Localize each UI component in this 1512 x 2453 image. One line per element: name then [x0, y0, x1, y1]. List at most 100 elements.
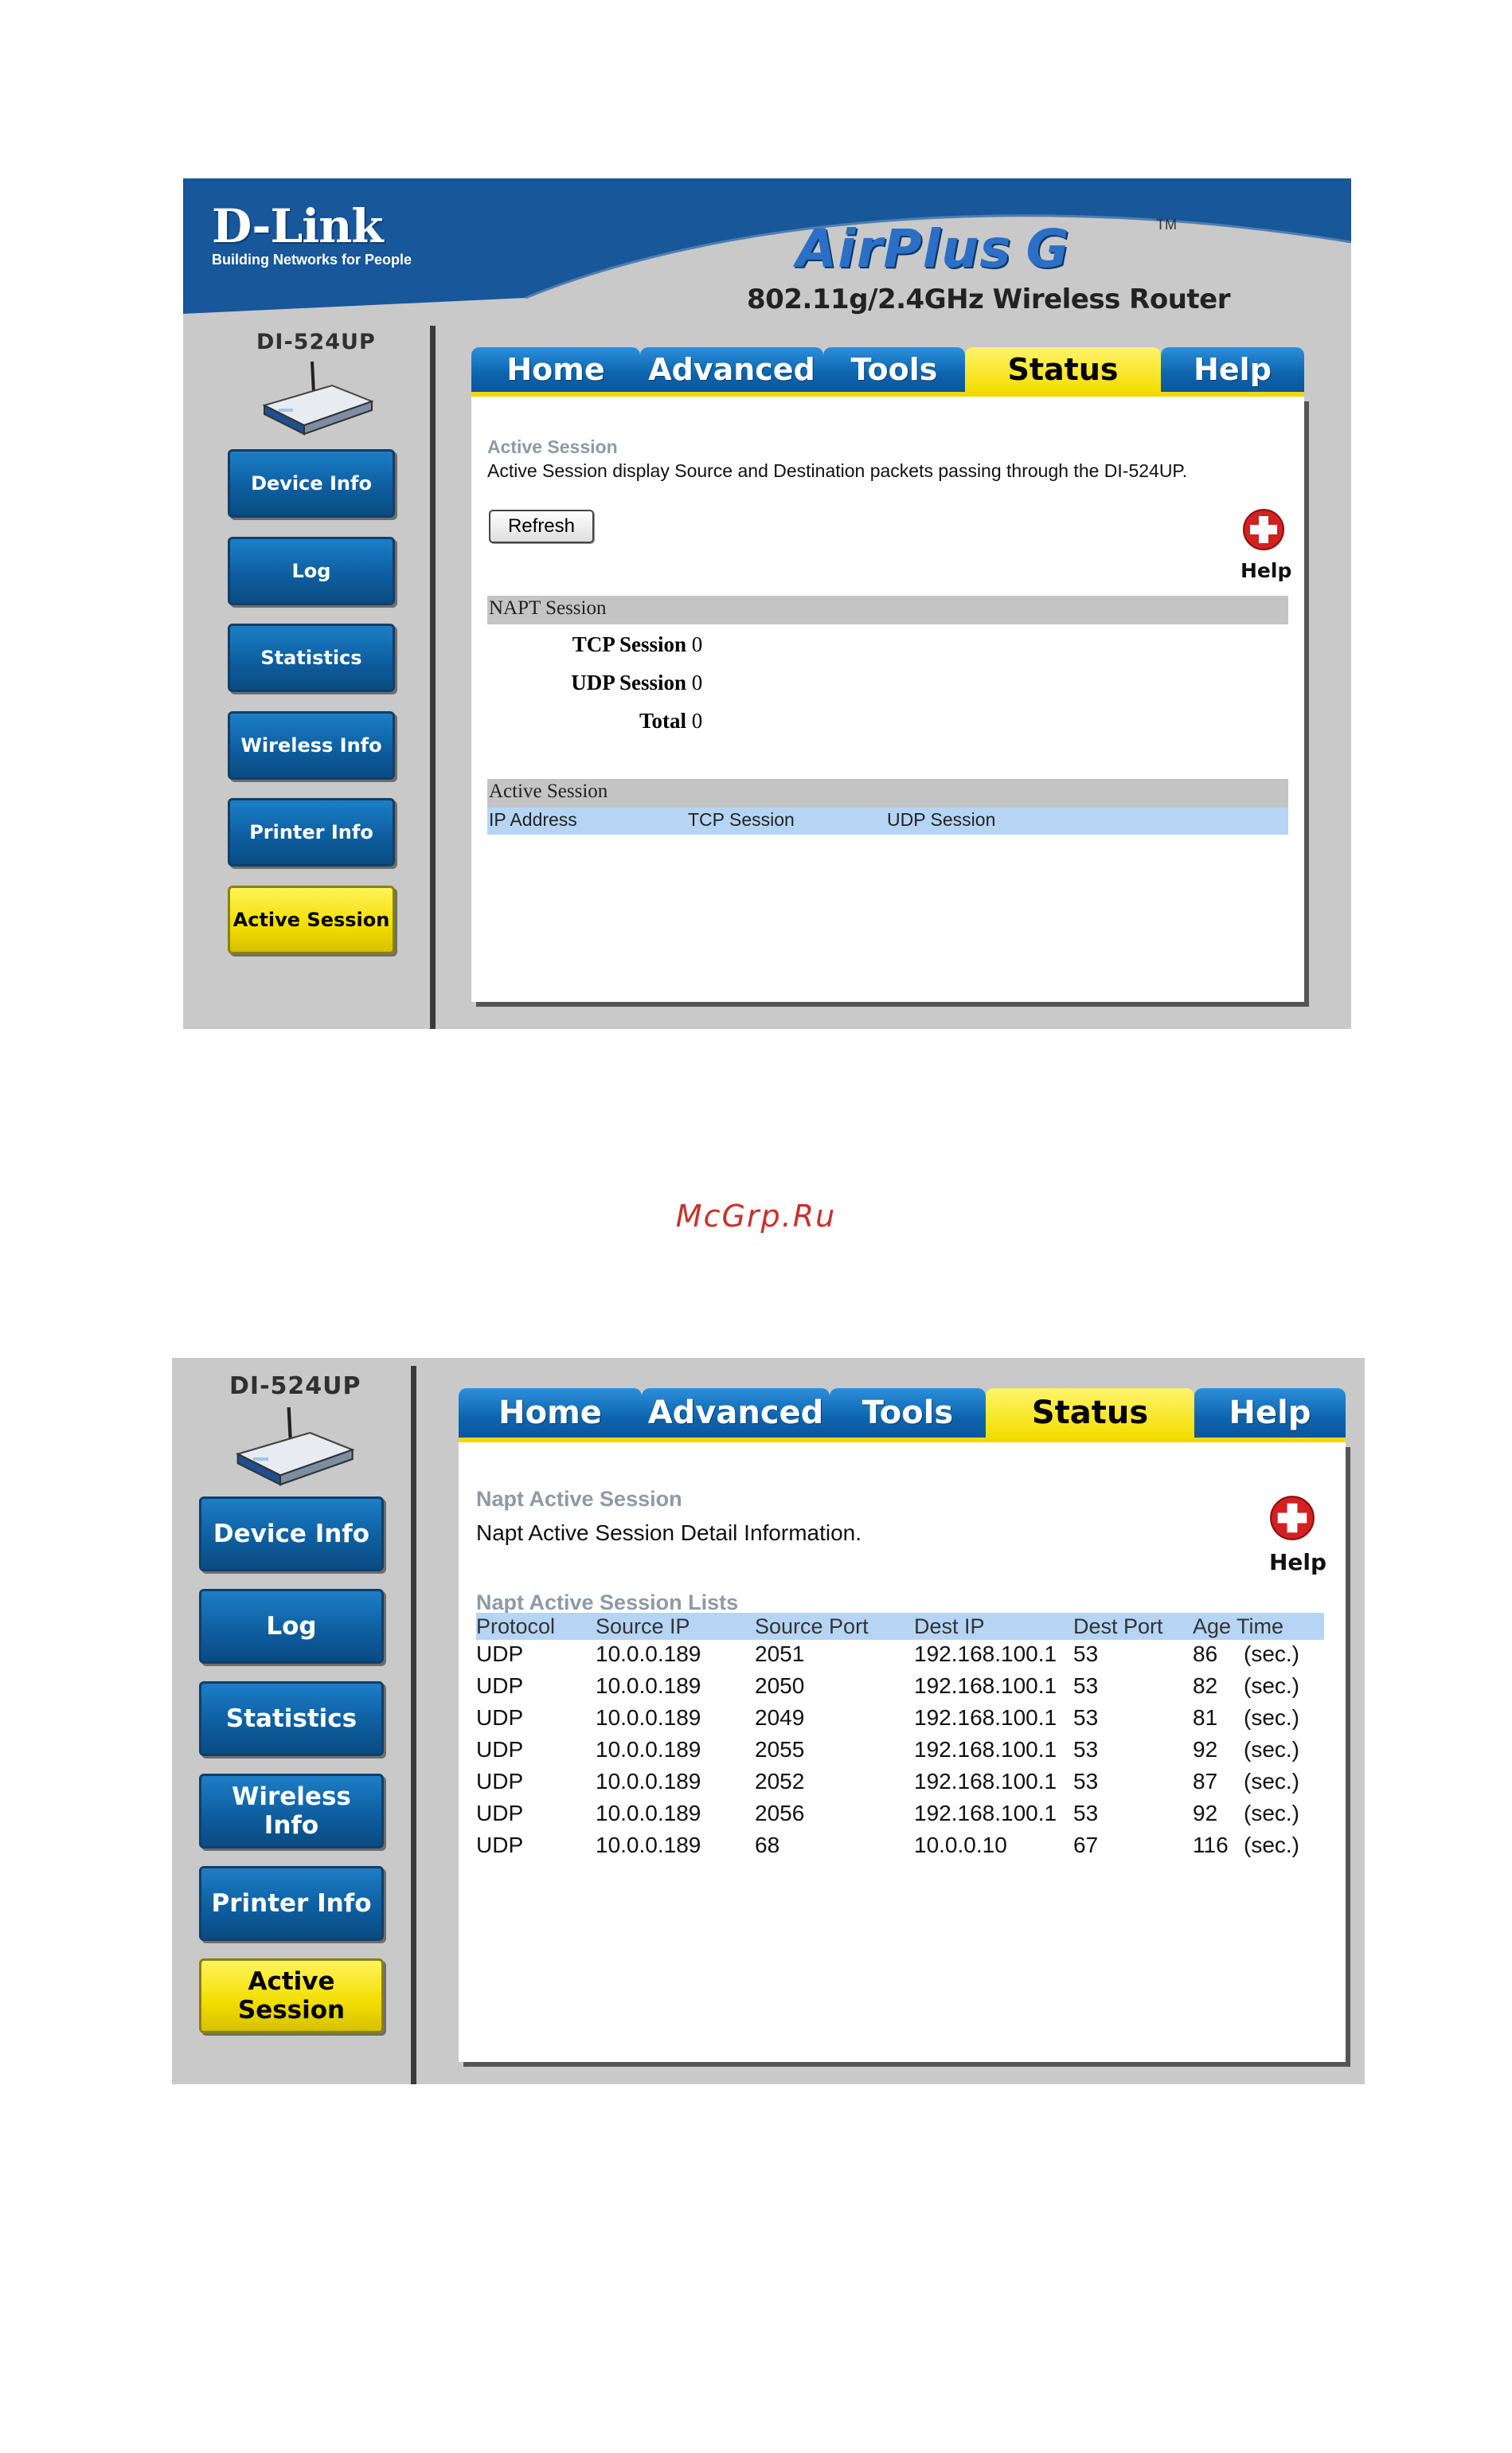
nav-printer-info[interactable]: Printer Info: [199, 1866, 384, 1941]
cell-age-value: 116: [1193, 1833, 1229, 1857]
header-banner: D-Link Building Networks for People AirP…: [183, 178, 1351, 315]
router-icon: [262, 361, 374, 436]
cell-age-time: 92 (sec.): [1193, 1801, 1299, 1826]
cell-source-ip: 10.0.0.189: [596, 1769, 701, 1794]
total-row: Total 0: [487, 709, 702, 734]
help-label[interactable]: Help: [1269, 1549, 1326, 1575]
cell-source-port: 2050: [755, 1673, 805, 1698]
total-value: 0: [691, 709, 703, 733]
cell-source-ip: 10.0.0.189: [596, 1673, 701, 1698]
tab-advanced[interactable]: Advanced: [642, 1388, 830, 1438]
refresh-button[interactable]: Refresh: [489, 510, 594, 543]
trademark: TM: [1156, 217, 1177, 233]
nav-device-info[interactable]: Device Info: [228, 449, 395, 518]
cell-dest-port: 53: [1073, 1737, 1099, 1762]
active-session-bar: Active Session: [487, 779, 1288, 808]
nav-device-info[interactable]: Device Info: [199, 1496, 384, 1571]
col-ip-address: IP Address: [489, 809, 577, 830]
tcp-session-label: TCP Session: [572, 632, 686, 656]
cell-protocol: UDP: [476, 1737, 524, 1762]
col-tcp-session: TCP Session: [688, 809, 795, 830]
cell-age-time: 81 (sec.): [1193, 1705, 1299, 1731]
table-row: UDP 10.0.0.189 2049 192.168.100.1 53 81 (…: [476, 1704, 1324, 1735]
help-icon[interactable]: [1269, 1495, 1315, 1541]
table-row: UDP 10.0.0.189 2051 192.168.100.1 53 86 (…: [476, 1640, 1324, 1672]
active-session-screenshot-2: DI-524UP Device Info Log Statistics Wire…: [172, 1358, 1365, 2084]
udp-session-row: UDP Session 0: [487, 671, 702, 695]
session-table-header: Protocol Source IP Source Port Dest IP D…: [476, 1613, 1324, 1640]
cell-age-unit: (sec.): [1244, 1641, 1299, 1666]
nav-printer-info[interactable]: Printer Info: [228, 798, 395, 867]
cell-source-port: 2049: [755, 1705, 805, 1730]
cell-age-unit: (sec.): [1244, 1705, 1299, 1730]
section-heading: Napt Active Session: [476, 1487, 682, 1511]
tab-advanced[interactable]: Advanced: [640, 347, 823, 392]
cell-age-unit: (sec.): [1244, 1801, 1299, 1825]
cell-age-value: 81: [1193, 1705, 1218, 1730]
nav-active-session[interactable]: Active Session: [228, 886, 395, 954]
help-label[interactable]: Help: [1240, 559, 1291, 582]
nav-log[interactable]: Log: [199, 1589, 384, 1664]
cell-age-unit: (sec.): [1244, 1673, 1299, 1698]
table-row: UDP 10.0.0.189 68 10.0.0.10 67 116 (sec.): [476, 1831, 1324, 1863]
cell-source-ip: 10.0.0.189: [596, 1737, 701, 1762]
table-row: UDP 10.0.0.189 2055 192.168.100.1 53 92 (…: [476, 1735, 1324, 1767]
nav-wireless-info[interactable]: Wireless Info: [199, 1774, 384, 1849]
cell-age-value: 92: [1193, 1801, 1218, 1825]
cell-protocol: UDP: [476, 1801, 524, 1825]
router-icon: [235, 1406, 355, 1486]
cell-dest-ip: 192.168.100.1: [914, 1705, 1057, 1730]
table-row: UDP 10.0.0.189 2056 192.168.100.1 53 92 (…: [476, 1799, 1324, 1831]
tab-home[interactable]: Home: [471, 347, 640, 392]
model-name: DI-524UP: [229, 1372, 361, 1400]
tab-status[interactable]: Status: [986, 1388, 1194, 1438]
col-protocol: Protocol: [476, 1614, 556, 1638]
section-description: Active Session display Source and Destin…: [487, 460, 1188, 481]
model-name: DI-524UP: [256, 330, 376, 354]
cell-protocol: UDP: [476, 1673, 524, 1698]
cell-source-port: 2056: [755, 1801, 805, 1825]
dlink-logo: D-Link: [212, 199, 384, 253]
session-table: Protocol Source IP Source Port Dest IP D…: [476, 1613, 1324, 1863]
nav-statistics[interactable]: Statistics: [228, 624, 395, 692]
tab-help[interactable]: Help: [1194, 1388, 1346, 1438]
cell-source-port: 2052: [755, 1769, 805, 1794]
cell-source-ip: 10.0.0.189: [596, 1705, 701, 1730]
napt-session-bar: NAPT Session: [487, 596, 1288, 624]
nav-statistics[interactable]: Statistics: [199, 1681, 384, 1756]
cell-age-value: 82: [1193, 1673, 1218, 1698]
cell-dest-ip: 10.0.0.10: [914, 1833, 1007, 1857]
help-icon[interactable]: [1242, 508, 1285, 551]
cell-dest-ip: 192.168.100.1: [914, 1769, 1057, 1794]
col-dest-ip: Dest IP: [914, 1614, 985, 1638]
nav-wireless-info[interactable]: Wireless Info: [228, 711, 395, 780]
nav-active-session[interactable]: Active Session: [199, 1958, 384, 2033]
cell-dest-ip: 192.168.100.1: [914, 1801, 1057, 1825]
table-row: UDP 10.0.0.189 2052 192.168.100.1 53 87 (…: [476, 1767, 1324, 1799]
cell-dest-ip: 192.168.100.1: [914, 1641, 1057, 1666]
nav-log[interactable]: Log: [228, 537, 395, 605]
cell-source-ip: 10.0.0.189: [596, 1833, 701, 1857]
tab-status[interactable]: Status: [965, 347, 1161, 392]
top-tabs: Home Advanced Tools Status Help: [471, 347, 1304, 392]
nav-divider: [411, 1366, 416, 2084]
cell-protocol: UDP: [476, 1705, 524, 1730]
tcp-session-value: 0: [691, 632, 703, 656]
product-subtitle: 802.11g/2.4GHz Wireless Router: [747, 284, 1231, 315]
tab-help[interactable]: Help: [1161, 347, 1304, 392]
cell-age-unit: (sec.): [1244, 1737, 1299, 1762]
cell-dest-port: 53: [1073, 1705, 1099, 1730]
content-panel: Active Session Active Session display So…: [471, 397, 1304, 1002]
cell-source-port: 2051: [755, 1641, 805, 1666]
cell-source-ip: 10.0.0.189: [596, 1801, 701, 1825]
watermark-text: McGrp.Ru: [675, 1199, 837, 1234]
section-heading: Active Session: [487, 436, 618, 457]
cell-dest-port: 53: [1073, 1769, 1099, 1794]
tab-tools[interactable]: Tools: [823, 347, 965, 392]
col-dest-port: Dest Port: [1073, 1614, 1163, 1638]
active-session-screenshot-1: D-Link Building Networks for People AirP…: [183, 178, 1351, 1029]
tab-home[interactable]: Home: [459, 1388, 642, 1438]
udp-session-label: UDP Session: [571, 671, 686, 694]
tab-tools[interactable]: Tools: [830, 1388, 986, 1438]
cell-age-time: 87 (sec.): [1193, 1769, 1299, 1794]
